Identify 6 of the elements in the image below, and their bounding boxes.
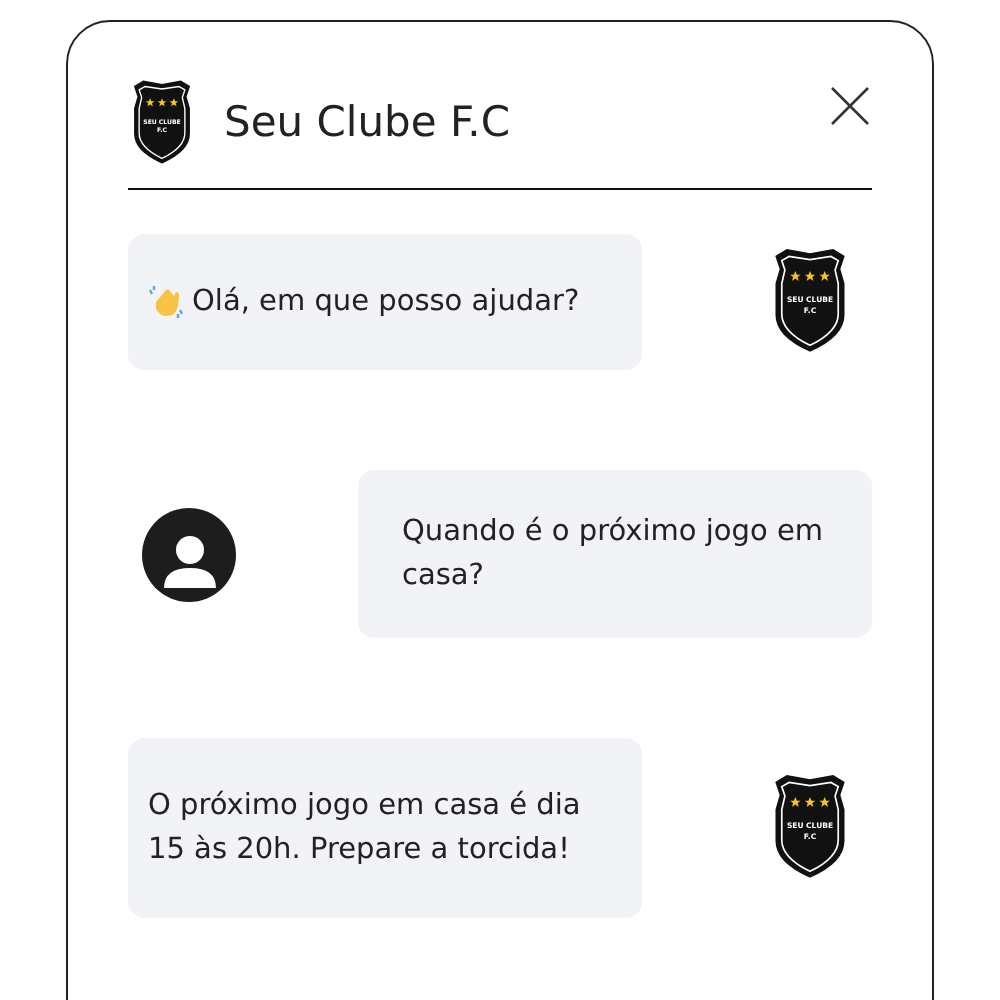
user-message: Quando é o próximo jogo em casa? (358, 470, 872, 639)
bot-message: Olá, em que posso ajudar? (128, 234, 642, 371)
close-button[interactable] (828, 83, 872, 128)
user-avatar-icon (142, 507, 236, 602)
bot-message: O próximo jogo em casa é dia 15 às 20h. Prepare a torcida! (128, 738, 642, 919)
chat-title: Seu Clube F.C (224, 97, 513, 146)
